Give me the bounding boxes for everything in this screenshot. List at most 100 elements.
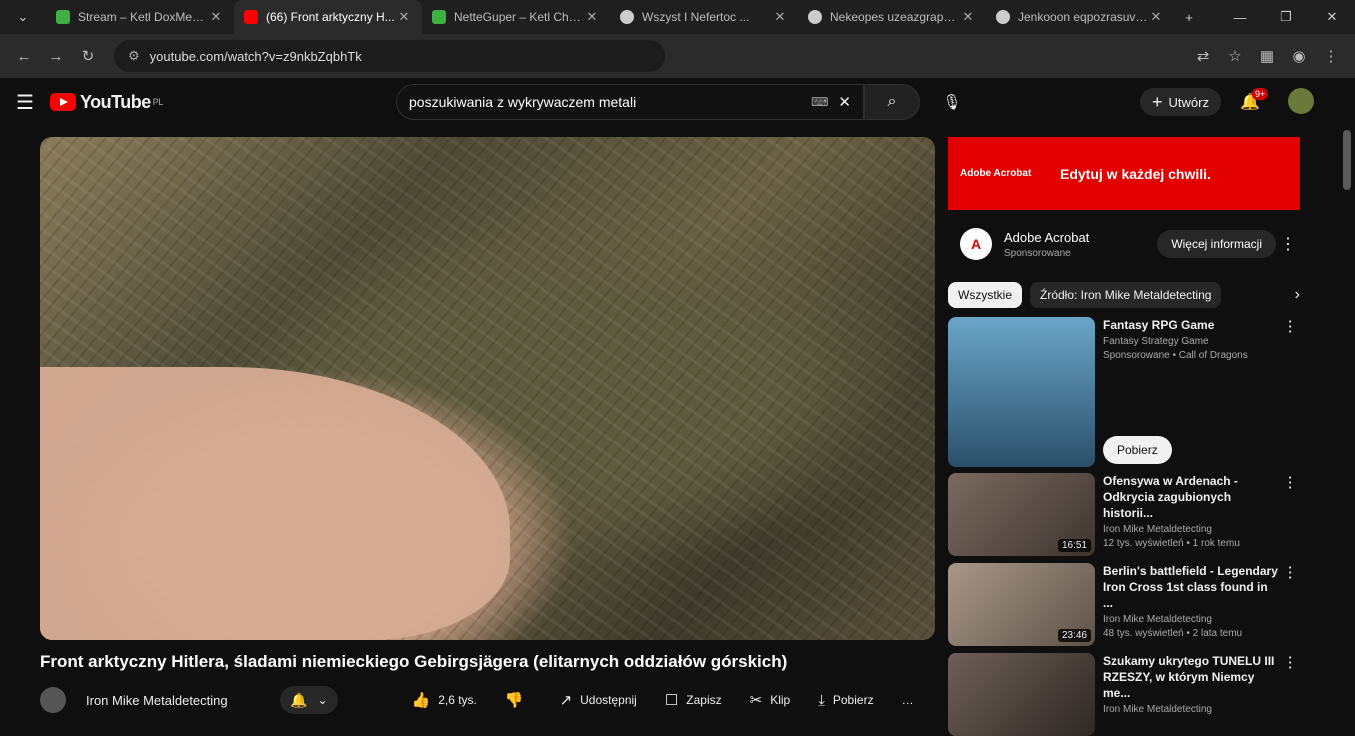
maximize-icon[interactable]: ❐ (1263, 0, 1309, 34)
ad-sponsored-label: Sponsorowane (1004, 247, 1071, 259)
bookmark-icon: ☐ (664, 692, 679, 709)
back-icon[interactable]: ← (8, 40, 40, 72)
search-icon: ⌕ (887, 93, 897, 110)
close-tab-icon[interactable]: ✕ (1148, 9, 1164, 25)
recommendation-title[interactable]: Ofensywa w Ardenach - Odkrycia zagubiony… (1103, 473, 1280, 521)
recommendation-menu-icon[interactable]: ⋮ (1280, 653, 1300, 736)
video-thumbnail[interactable] (948, 317, 1095, 467)
thumbs-up-icon: 👍 (411, 692, 431, 709)
forward-icon[interactable]: → (40, 40, 72, 72)
duration-badge: 16:51 (1057, 539, 1091, 552)
recommendation-title[interactable]: Fantasy RPG Game (1103, 317, 1280, 333)
download-icon: ⤓ (818, 691, 825, 709)
like-button[interactable]: 👍 2,6 tys. (398, 685, 491, 715)
new-tab-icon[interactable]: + (1174, 0, 1204, 34)
search-input[interactable]: poszukiwania z wykrywaczem metali (409, 94, 811, 110)
tab-favicon-icon (620, 10, 634, 24)
tab-favicon-icon (808, 10, 822, 24)
close-tab-icon[interactable]: ✕ (772, 9, 788, 25)
recommendation-channel: Iron Mike Metaldetecting (1103, 524, 1212, 535)
tab-title: Stream – Ketl DoxMeeer (78, 10, 208, 24)
browser-tab-bar: ⌄ Stream – Ketl DoxMeeer ✕ (66) Front ar… (0, 0, 1355, 34)
browser-tab[interactable]: Jenkooon eqpozrasuvo... ✕ (986, 0, 1174, 34)
create-button[interactable]: + Utwórz (1140, 88, 1221, 116)
dislike-button[interactable]: 👎 (491, 685, 546, 715)
youtube-logo[interactable]: YouTube PL (49, 91, 163, 113)
chip-all[interactable]: Wszystkie (948, 282, 1022, 308)
browser-tab[interactable]: Nekeopes uzeazgrapmo... ✕ (798, 0, 986, 34)
translate-icon[interactable]: ⇄ (1187, 40, 1219, 72)
close-tab-icon[interactable]: ✕ (584, 9, 600, 25)
close-tab-icon[interactable]: ✕ (396, 9, 412, 25)
close-window-icon[interactable]: ✕ (1309, 0, 1355, 34)
browser-tab-active[interactable]: (66) Front arktyczny H... ✕ (234, 0, 422, 34)
list-item[interactable]: 16:51 Ofensywa w Ardenach - Odkrycia zag… (948, 473, 1300, 556)
video-thumbnail[interactable] (948, 653, 1095, 736)
recommendation-menu-icon[interactable]: ⋮ (1280, 473, 1300, 556)
minimize-icon[interactable]: — (1217, 0, 1263, 34)
page-scrollbar[interactable] (1343, 130, 1351, 190)
recommendation-menu-icon[interactable]: ⋮ (1280, 563, 1300, 646)
save-button[interactable]: ☐ Zapisz (651, 685, 736, 715)
recommendation-channel: Iron Mike Metaldetecting (1103, 704, 1212, 715)
keyboard-icon[interactable]: ⌨ (811, 95, 828, 109)
plus-icon: + (1152, 91, 1163, 112)
voice-search-button[interactable]: 🎙 (934, 84, 970, 120)
extensions-icon[interactable]: ▦ (1251, 40, 1283, 72)
tab-title: (66) Front arktyczny H... (266, 10, 395, 24)
recommendation-channel: Fantasy Strategy Game (1103, 336, 1209, 347)
profile-icon[interactable]: ◉ (1283, 40, 1315, 72)
list-item[interactable]: 23:46 Berlin's battlefield - Legendary I… (948, 563, 1300, 646)
menu-icon[interactable]: ☰ (16, 90, 34, 115)
browser-tab[interactable]: Stream – Ketl DoxMeeer ✕ (46, 0, 234, 34)
recommendation-meta: Sponsorowane • Call of Dragons (1103, 350, 1248, 361)
chevron-right-icon[interactable]: › (1295, 286, 1300, 304)
clear-search-icon[interactable]: ✕ (838, 93, 851, 111)
browser-tab[interactable]: Wszyst I Nefertoc ... ✕ (610, 0, 798, 34)
tab-title: Nekeopes uzeazgrapmo... (830, 10, 960, 24)
tab-search-icon[interactable]: ⌄ (0, 0, 46, 34)
account-avatar[interactable] (1288, 88, 1314, 114)
bell-icon: 🔔 (290, 691, 308, 708)
search-box[interactable]: poszukiwania z wykrywaczem metali ⌨ ✕ (396, 84, 864, 120)
chip-channel[interactable]: Źródło: Iron Mike Metaldetecting (1030, 282, 1222, 308)
video-player[interactable] (40, 137, 935, 640)
microphone-icon: 🎙 (942, 94, 962, 111)
subscription-bell-button[interactable]: 🔔 ⌄ (280, 686, 338, 714)
ad-banner-text: Edytuj w każdej chwili. (1060, 165, 1211, 182)
download-button[interactable]: ⤓ Pobierz (804, 685, 887, 715)
recommendation-title[interactable]: Berlin's battlefield - Legendary Iron Cr… (1103, 563, 1280, 611)
close-tab-icon[interactable]: ✕ (960, 9, 976, 25)
recommendation-menu-icon[interactable]: ⋮ (1280, 317, 1300, 467)
ad-banner[interactable]: Adobe Acrobat Edytuj w każdej chwili. (948, 137, 1300, 210)
sidebar-ad: Adobe Acrobat Edytuj w każdej chwili. A … (948, 137, 1300, 274)
video-thumbnail[interactable]: 23:46 (948, 563, 1095, 646)
ad-menu-icon[interactable]: ⋮ (1276, 234, 1300, 254)
ad-more-info-button[interactable]: Więcej informacji (1157, 230, 1276, 258)
browser-tab[interactable]: NetteGuper – Ketl Chebel ✕ (422, 0, 610, 34)
site-info-icon[interactable]: ⚙ (128, 48, 140, 64)
search-button[interactable]: ⌕ (864, 84, 920, 120)
video-thumbnail[interactable]: 16:51 (948, 473, 1095, 556)
recommendation-title[interactable]: Szukamy ukrytego TUNELU III RZESZY, w kt… (1103, 653, 1280, 701)
close-tab-icon[interactable]: ✕ (208, 9, 224, 25)
url-field[interactable]: ⚙ youtube.com/watch?v=z9nkbZqbhTk (114, 40, 665, 72)
channel-name[interactable]: Iron Mike Metaldetecting (86, 693, 266, 708)
tab-favicon-icon (996, 10, 1010, 24)
bookmark-icon[interactable]: ☆ (1219, 40, 1251, 72)
clip-button[interactable]: ✂ Klip (736, 685, 805, 715)
share-button[interactable]: ↗ Udostępnij (546, 685, 651, 715)
more-actions-button[interactable]: … (888, 685, 928, 715)
recommendation-meta: 12 tys. wyświetleń • 1 rok temu (1103, 538, 1240, 549)
logo-text: YouTube (79, 91, 151, 112)
share-label: Udostępnij (580, 693, 637, 707)
chevron-down-icon: ⌄ (317, 693, 328, 707)
browser-menu-icon[interactable]: ⋮ (1315, 40, 1347, 72)
create-label: Utwórz (1168, 94, 1209, 110)
channel-avatar[interactable] (40, 687, 66, 713)
list-item[interactable]: Szukamy ukrytego TUNELU III RZESZY, w kt… (948, 653, 1300, 736)
reload-icon[interactable]: ↻ (72, 40, 104, 72)
scissors-icon: ✂ (749, 692, 763, 709)
get-app-button[interactable]: Pobierz (1103, 436, 1172, 464)
recommendation-channel: Iron Mike Metaldetecting (1103, 614, 1212, 625)
